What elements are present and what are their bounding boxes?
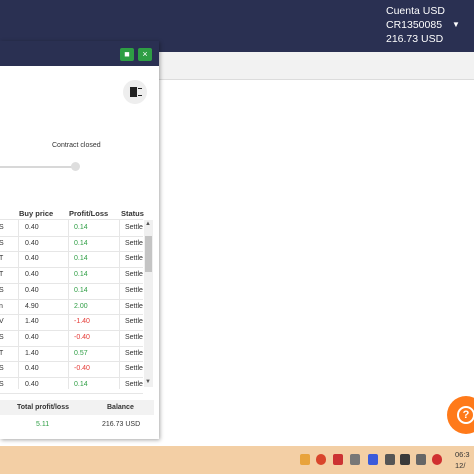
status-cell: Settle [125, 349, 143, 357]
profit-loss-cell: 0.14 [74, 239, 88, 247]
tray-app-icon[interactable] [300, 454, 310, 465]
balance-value: 216.73 USD [102, 421, 141, 428]
row-type-fragment: T [0, 271, 4, 279]
status-cell: Settle [125, 224, 143, 231]
buy-price-cell: 0.40 [25, 239, 39, 247]
buy-price-cell: 0.40 [25, 271, 39, 279]
balance-label: Balance [107, 404, 134, 411]
account-balance: 216.73 USD [386, 33, 444, 45]
buy-price-cell: 0.40 [25, 255, 39, 263]
trash-icon[interactable] [123, 80, 147, 104]
total-profit-value: 5.11 [36, 421, 50, 428]
buy-price-cell: 1.40 [25, 318, 39, 326]
tray-app-icon[interactable] [432, 454, 442, 465]
row-type-fragment: S [0, 239, 4, 247]
profit-loss-cell: 0.14 [74, 381, 88, 388]
status-cell: Settle [125, 239, 143, 247]
status-cell: Settle [125, 302, 143, 310]
tray-app-icon[interactable] [333, 454, 343, 465]
scrollbar-thumb[interactable] [145, 236, 152, 272]
profit-loss-cell: 0.14 [74, 224, 88, 231]
dropdown-caret-icon[interactable]: ▼ [452, 20, 460, 29]
contract-progress-knob [71, 162, 80, 171]
profit-loss-cell: -0.40 [74, 365, 90, 373]
header-profit-loss: Profit/Loss [69, 209, 109, 218]
status-cell: Settle [125, 286, 143, 294]
buy-price-cell: 0.40 [25, 224, 39, 231]
bluetooth-icon[interactable] [368, 454, 378, 465]
header-status: Status [121, 209, 144, 218]
scroll-down-arrow[interactable]: ▼ [145, 379, 151, 385]
profit-loss-cell: 0.57 [74, 349, 88, 357]
row-type-fragment: S [0, 333, 4, 341]
row-type-fragment: S [0, 286, 4, 294]
profit-loss-cell: -1.40 [74, 318, 90, 326]
profit-loss-cell: 0.14 [74, 255, 88, 263]
close-icon[interactable]: × [138, 48, 152, 61]
row-type-fragment: S [0, 381, 4, 388]
system-clock[interactable]: 06:3 12/ [455, 449, 470, 471]
contract-status-text: Contract closed [52, 142, 101, 149]
save-icon[interactable]: ■ [120, 48, 134, 61]
account-name: Cuenta USD [386, 5, 445, 17]
scroll-up-arrow[interactable]: ▲ [145, 221, 151, 227]
status-cell: Settle [125, 318, 143, 326]
status-cell: Settle [125, 333, 143, 341]
buy-price-cell: 1.40 [25, 349, 39, 357]
clock-time: 06:3 [455, 450, 470, 459]
row-type-fragment: n [0, 302, 3, 310]
tray-app-icon[interactable] [385, 454, 395, 465]
profit-loss-cell: -0.40 [74, 333, 90, 341]
row-type-fragment: S [0, 365, 4, 373]
profit-loss-cell: 0.14 [74, 286, 88, 294]
status-cell: Settle [125, 381, 143, 388]
help-icon: ? [457, 406, 474, 424]
buy-price-cell: 0.40 [25, 381, 39, 388]
row-type-fragment: S [0, 224, 4, 231]
status-cell: Settle [125, 271, 143, 279]
row-type-fragment: T [0, 349, 4, 357]
speaker-icon[interactable] [416, 454, 426, 465]
buy-price-cell: 4.90 [25, 302, 39, 310]
transactions-panel: ■ × Contract closed Buy price Profit/Los… [0, 41, 159, 439]
row-type-fragment: V [0, 318, 4, 326]
row-type-fragment: T [0, 255, 4, 263]
clock-date: 12/ [455, 461, 466, 470]
buy-price-cell: 0.40 [25, 333, 39, 341]
totals-summary: Total profit/loss Balance 5.11 216.73 US… [0, 400, 154, 434]
buy-price-cell: 0.40 [25, 286, 39, 294]
profit-loss-cell: 2.00 [74, 302, 88, 310]
buy-price-cell: 0.40 [25, 365, 39, 373]
profit-loss-cell: 0.14 [74, 271, 88, 279]
status-cell: Settle [125, 365, 143, 373]
status-cell: Settle [125, 255, 143, 263]
tray-app-icon[interactable] [316, 454, 326, 465]
total-profit-label: Total profit/loss [17, 404, 69, 411]
header-buy-price: Buy price [19, 209, 54, 218]
account-selector[interactable]: Cuenta USD CR1350085 216.73 USD [386, 4, 445, 46]
contract-progress-track [0, 166, 76, 168]
tray-app-icon[interactable] [400, 454, 410, 465]
help-button[interactable]: ? [447, 396, 474, 434]
panel-header: ■ × [0, 41, 159, 66]
account-id: CR1350085 [386, 19, 443, 31]
tray-app-icon[interactable] [350, 454, 360, 465]
